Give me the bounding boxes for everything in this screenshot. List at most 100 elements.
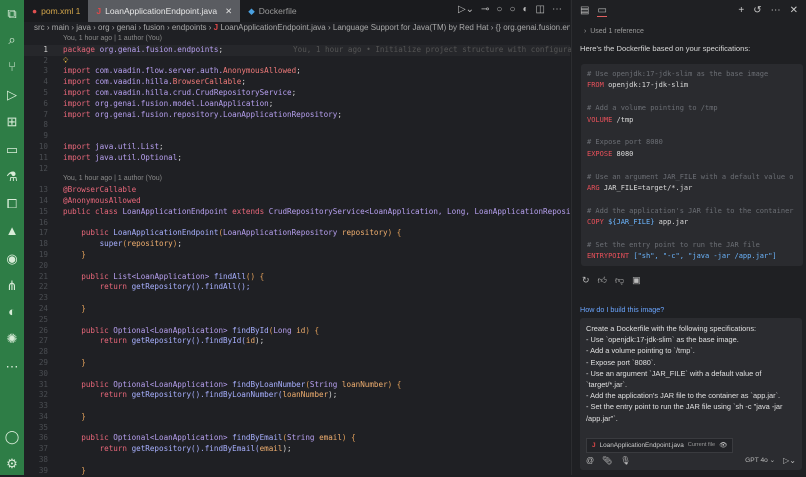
code-token: String xyxy=(309,379,342,389)
dockerfile-code-block[interactable]: # Use openjdk:17-jdk-slim as the base im… xyxy=(581,64,803,266)
code-line: 28 xyxy=(24,347,570,358)
context-file-chip[interactable]: J LoanApplicationEndpoint.java Current fil… xyxy=(586,438,734,454)
code-line: 23 xyxy=(24,293,570,304)
source-control-icon[interactable]: ⑂ xyxy=(3,58,21,76)
code-token: AnonymousAllowed xyxy=(223,66,297,76)
mention-icon[interactable]: @ xyxy=(586,455,594,466)
account-icon[interactable]: ◯ xyxy=(3,428,21,446)
line-number: 2 xyxy=(43,55,48,65)
git-graph-icon[interactable]: ⋔ xyxy=(3,277,21,295)
more-actions-icon[interactable]: ⋯ xyxy=(552,4,562,15)
thumbs-down-icon[interactable]: 👎︎ xyxy=(615,275,624,286)
git-compare-icon[interactable]: ⊸ xyxy=(481,4,489,15)
code-line: 7 import org.genai.fusion.repository.Loan… xyxy=(24,110,570,121)
used-references[interactable]: › Used 1 reference xyxy=(584,28,644,35)
eye-icon[interactable]: 👁︎ xyxy=(719,440,727,451)
github-icon[interactable]: ◉ xyxy=(3,250,21,268)
breadcrumb-item[interactable]: src xyxy=(34,23,45,32)
split-editor-icon[interactable]: ◫ xyxy=(536,4,545,15)
remote-explorer-icon[interactable]: ▭ xyxy=(3,141,21,159)
close-icon[interactable]: ✕ xyxy=(790,5,798,16)
prompt-line: - Set the entry point to run the JAR fil… xyxy=(586,402,783,412)
line-number: 3 xyxy=(43,66,48,76)
followup-suggestion[interactable]: How do I build this image? xyxy=(580,305,664,314)
chat-icon[interactable]: ▭ xyxy=(597,5,607,17)
docker-icon: ◆ xyxy=(248,5,255,16)
history-icon[interactable]: ↺ xyxy=(753,5,761,16)
insert-file-icon[interactable]: ▣ xyxy=(632,275,641,286)
search-icon[interactable]: ⌕ xyxy=(3,31,21,49)
line-number: 38 xyxy=(38,455,48,465)
code-line: 14 @AnonymousAllowed xyxy=(24,196,570,207)
extensions-icon[interactable]: ⊞ xyxy=(3,113,21,131)
code-token: org.genai.fusion.endpoints xyxy=(95,44,219,54)
code-token: return xyxy=(63,390,132,400)
tab-dockerfile[interactable]: ◆ Dockerfile xyxy=(240,0,304,22)
prompt-line: - Add the application's JAR file to the … xyxy=(586,391,781,401)
timeline-icon[interactable]: ◐ xyxy=(523,4,529,15)
containers-icon[interactable]: ⧠ xyxy=(3,195,21,213)
explorer-icon[interactable]: ⧉ xyxy=(3,5,21,23)
line-number: 24 xyxy=(38,303,48,313)
code-token: package xyxy=(63,44,96,54)
git-next-icon[interactable]: ○ xyxy=(509,4,515,15)
breadcrumb-item[interactable]: genai xyxy=(117,23,137,32)
run-icon[interactable]: ▷⌄ xyxy=(458,4,474,15)
tab-pom-xml[interactable]: ● pom.xml 1 xyxy=(24,0,88,22)
send-icon[interactable]: ▷⌄ xyxy=(783,455,796,466)
breadcrumb-item[interactable]: fusion xyxy=(143,23,164,32)
breadcrumb-item[interactable]: java xyxy=(76,23,91,32)
breadcrumb-item[interactable]: LoanApplicationEndpoint.java xyxy=(220,23,325,32)
code-token: CrudRepositoryService<LoanApplication, L… xyxy=(268,206,594,216)
settings-icon[interactable]: ⚙ xyxy=(3,455,21,473)
azure-icon[interactable]: ▲ xyxy=(3,222,21,240)
code-token: ["sh", "-c", "java -jar /app.jar"] xyxy=(633,252,777,261)
chat-input[interactable]: Create a Dockerfile with the following s… xyxy=(580,318,802,470)
tab-label: pom.xml 1 xyxy=(41,6,81,16)
code-line: 32 return getRepository().findByLoanNumb… xyxy=(24,390,570,401)
kubernetes-icon[interactable]: ◐ xyxy=(3,303,21,321)
settings-sync-icon[interactable]: ✺ xyxy=(3,330,21,348)
line-number: 1 xyxy=(43,44,48,54)
tab-loan-application-endpoint[interactable]: J LoanApplicationEndpoint.java ✕ xyxy=(88,0,241,22)
code-token: # Add a volume pointing to /tmp xyxy=(587,104,718,113)
more-icon[interactable]: ⋯ xyxy=(3,358,21,376)
lightbulb-icon[interactable]: 💡︎ xyxy=(63,56,68,65)
git-commit-icon[interactable]: ○ xyxy=(496,4,502,15)
copilot-edits-icon[interactable]: ▤ xyxy=(580,5,589,17)
line-number: 37 xyxy=(38,444,48,454)
code-editor[interactable]: You, 1 hour ago | 1 author (You) 1 package… xyxy=(24,34,595,477)
code-token: com.vaadin.flow.server.auth. xyxy=(90,66,224,76)
code-token: String xyxy=(287,433,320,443)
line-number: 22 xyxy=(38,282,48,292)
retry-icon[interactable]: ↻ xyxy=(582,275,590,286)
close-tab-icon[interactable]: ✕ xyxy=(225,6,232,17)
breadcrumb-item[interactable]: Language Support for Java(TM) by Red Hat xyxy=(333,23,489,32)
code-token: } xyxy=(63,411,86,421)
model-picker[interactable]: GPT 4o ⌄ xyxy=(745,455,775,466)
line-text: } xyxy=(63,304,86,315)
code-token: getRepository().findByEmail( xyxy=(131,444,260,454)
breadcrumb-item[interactable]: endpoints xyxy=(172,23,207,32)
code-token: # Add the application's JAR file to the … xyxy=(587,206,794,215)
thumbs-up-icon[interactable]: 👍︎ xyxy=(598,275,607,286)
line-number: 11 xyxy=(38,152,48,162)
breadcrumb-item[interactable]: org xyxy=(98,23,110,32)
run-debug-icon[interactable]: ▷ xyxy=(3,86,21,104)
code-token: List<LoanApplication> xyxy=(113,271,214,281)
code-token: getRepository().findById( xyxy=(131,336,246,346)
attach-icon[interactable]: 📎︎ xyxy=(602,455,612,466)
testing-icon[interactable]: ⚗ xyxy=(3,168,21,186)
line-number: 7 xyxy=(43,109,48,119)
code-token: ; xyxy=(177,239,182,249)
code-token: import xyxy=(63,109,91,119)
codelens-blame[interactable]: You, 1 hour ago | 1 author (You) xyxy=(24,34,570,45)
microphone-icon[interactable]: 🎙︎ xyxy=(620,455,630,466)
codelens-blame[interactable]: You, 1 hour ago | 1 author (You) xyxy=(24,174,570,185)
new-chat-icon[interactable]: + xyxy=(738,5,744,16)
line-number: 25 xyxy=(38,314,48,324)
line-number: 21 xyxy=(38,271,48,281)
more-icon[interactable]: ⋯ xyxy=(771,5,781,16)
breadcrumb-item[interactable]: main xyxy=(52,23,69,32)
breadcrumb-item[interactable]: {} org.genai.fusion.endpoi xyxy=(496,23,570,32)
